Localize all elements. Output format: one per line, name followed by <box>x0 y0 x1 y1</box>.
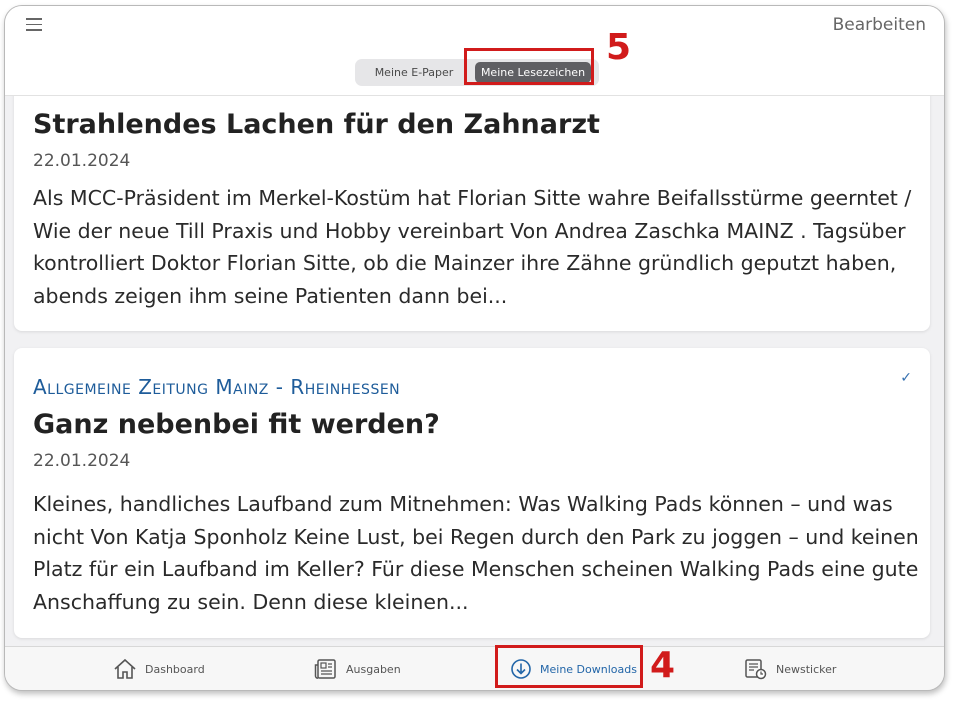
tab-bar: Dashboard Ausgaben Meine Downloads Newst… <box>5 646 944 690</box>
checkmark-icon: ✓ <box>900 370 912 386</box>
article-title: Ganz nebenbei fit werden? <box>33 409 440 440</box>
tab-dashboard[interactable]: Dashboard <box>113 647 205 690</box>
highlight-box <box>464 48 594 85</box>
article-date: 22.01.2024 <box>33 451 131 471</box>
edit-button[interactable]: Bearbeiten <box>833 15 926 35</box>
article-source: Allgemeine Zeitung Mainz - Rheinhessen <box>33 375 401 399</box>
home-icon <box>114 658 136 679</box>
newsticker-icon <box>745 659 767 680</box>
highlight-box <box>495 645 643 688</box>
tab-label: Newsticker <box>776 662 837 676</box>
article-date: 22.01.2024 <box>33 151 131 171</box>
article-title: Strahlendes Lachen für den Zahnarzt <box>33 109 600 140</box>
tab-label: Ausgaben <box>346 662 401 676</box>
tab-newsticker[interactable]: Newsticker <box>744 647 837 690</box>
tab-editions[interactable]: Ausgaben <box>314 647 401 690</box>
article-card[interactable]: Strahlendes Lachen für den Zahnarzt 22.0… <box>14 76 930 331</box>
article-excerpt: Als MCC-Präsident im Merkel-Kostüm hat F… <box>33 186 912 308</box>
tab-label: Dashboard <box>145 662 205 676</box>
article-card[interactable]: Allgemeine Zeitung Mainz - Rheinhessen ✓… <box>14 348 930 638</box>
annotation-number: 4 <box>650 645 676 686</box>
segment-my-epapers[interactable]: Meine E-Paper <box>359 62 469 83</box>
menu-icon[interactable] <box>26 18 42 32</box>
newspaper-icon <box>314 659 336 679</box>
annotation-number: 5 <box>606 27 632 68</box>
article-excerpt: Kleines, handliches Laufband zum Mitnehm… <box>33 492 919 614</box>
app-window: Strahlendes Lachen für den Zahnarzt 22.0… <box>4 5 945 691</box>
